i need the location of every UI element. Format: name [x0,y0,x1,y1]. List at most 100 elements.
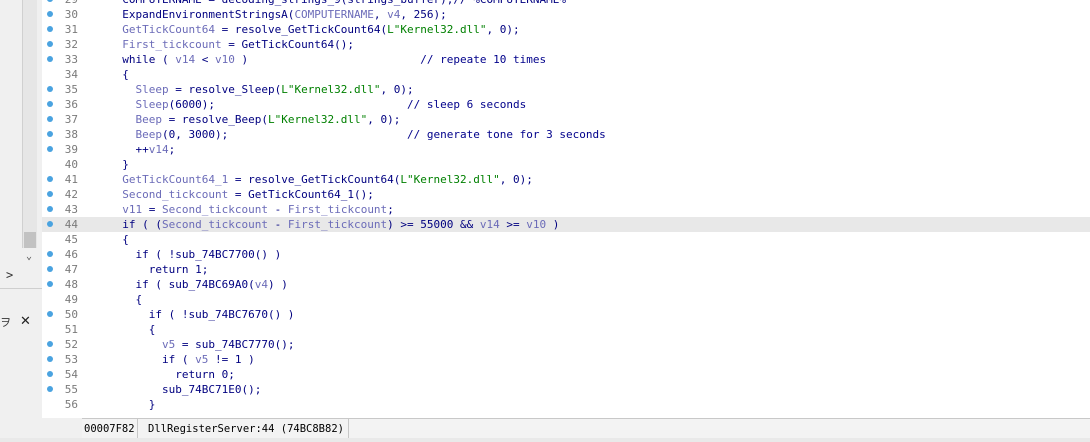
breakpoint-dot-icon[interactable] [47,191,53,197]
line-number: 40 [64,158,78,171]
code-text: if ( !sub_74BC7700() ) [109,247,281,262]
code-identifier: v10 [214,53,235,66]
scroll-down-arrow-icon[interactable]: ⌄ [22,250,36,264]
breakpoint-dot-icon[interactable] [47,146,53,152]
code-token: , 0); [367,113,401,126]
code-line[interactable]: 34 { [42,67,1090,82]
breakpoint-dot-icon[interactable] [47,41,53,47]
code-token: ) >= 55000 && [387,218,480,231]
breakpoint-dot-icon[interactable] [47,386,53,392]
code-line[interactable]: 32 First_tickcount = GetTickCount64(); [42,37,1090,52]
code-token: , 0); [499,173,533,186]
breakpoint-dot-icon[interactable] [47,176,53,182]
breakpoint-dot-icon[interactable] [47,221,53,227]
code-identifier: Second_tickcount [109,188,229,201]
code-text: Second_tickcount = GetTickCount64_1(); [109,187,374,202]
breakpoint-dot-icon[interactable] [47,356,53,362]
code-text: } [109,157,129,172]
code-text: } [109,397,156,412]
breakpoint-dot-icon[interactable] [47,371,53,377]
line-number: 35 [64,83,78,96]
code-line[interactable]: 39 ++v14; [42,142,1090,157]
breakpoint-dot-icon[interactable] [47,341,53,347]
code-line[interactable]: 56 } [42,397,1090,412]
status-address: 00007F82 [82,419,138,439]
code-line[interactable]: 45 { [42,232,1090,247]
code-text: sub_74BC71E0(); [109,382,261,397]
code-identifier: GetTickCount64 [109,23,215,36]
breakpoint-dot-icon[interactable] [47,26,53,32]
breakpoint-dot-icon[interactable] [47,101,53,107]
code-line[interactable]: 30 ExpandEnvironmentStringsA(COMPUTERNAM… [42,7,1090,22]
code-line[interactable]: 43 v11 = Second_tickcount - First_tickco… [42,202,1090,217]
code-line[interactable]: 40 } [42,157,1090,172]
breakpoint-dot-icon[interactable] [47,116,53,122]
code-line[interactable]: 36 Sleep(6000); // sleep 6 seconds [42,97,1090,112]
code-token: , [373,8,388,21]
code-token: if ( sub_74BC69A0( [109,278,255,291]
code-token: < [195,53,215,66]
code-line[interactable]: 31 GetTickCount64 = resolve_GetTickCount… [42,22,1090,37]
code-identifier: v4 [254,278,268,291]
breakpoint-dot-icon[interactable] [47,311,53,317]
line-number: 46 [64,248,78,261]
line-number: 39 [64,143,78,156]
code-line[interactable]: 46 if ( !sub_74BC7700() ) [42,247,1090,262]
code-line[interactable]: 29 COMPUTERNAME = decoding_strings_9(str… [42,0,1090,7]
code-text: { [109,67,129,82]
code-line[interactable]: 47 return 1; [42,262,1090,277]
left-panel: ⌄ > ヲ ✕ [0,0,43,442]
code-token: - [267,218,288,231]
code-token: ) [234,53,421,66]
code-text: Sleep(6000); // sleep 6 seconds [109,97,526,112]
line-number: 30 [64,8,78,21]
code-comment: // sleep 6 seconds [407,98,527,111]
code-line[interactable]: 54 return 0; [42,367,1090,382]
code-token: { [109,233,129,246]
breakpoint-dot-icon[interactable] [47,0,53,2]
code-line[interactable]: 51 { [42,322,1090,337]
code-text: v11 = Second_tickcount - First_tickcount… [109,202,394,217]
code-line[interactable]: 48 if ( sub_74BC69A0(v4) ) [42,277,1090,292]
code-token: ) [546,218,560,231]
code-line[interactable]: 41 GetTickCount64_1 = resolve_GetTickCou… [42,172,1090,187]
code-line[interactable]: 35 Sleep = resolve_Sleep(L"Kernel32.dll"… [42,82,1090,97]
code-line[interactable]: 38 Beep(0, 3000); // generate tone for 3… [42,127,1090,142]
code-line[interactable]: 44 if ( (Second_tickcount - First_tickco… [42,217,1090,232]
code-line[interactable]: 42 Second_tickcount = GetTickCount64_1()… [42,187,1090,202]
line-number: 43 [64,203,78,216]
code-identifier: GetTickCount64_1 [109,173,229,186]
code-identifier: Beep [109,128,162,141]
code-line[interactable]: 53 if ( v5 != 1 ) [42,352,1090,367]
breakpoint-dot-icon[interactable] [47,251,53,257]
code-text: GetTickCount64 = resolve_GetTickCount64(… [109,22,519,37]
code-token: while ( [109,53,176,66]
code-string: L"Kernel32.dll" [281,83,381,96]
code-line[interactable]: 49 { [42,292,1090,307]
breakpoint-dot-icon[interactable] [47,281,53,287]
chevron-right-icon[interactable]: > [6,268,13,282]
left-scrollbar[interactable] [22,0,37,248]
code-text: Beep(0, 3000); // generate tone for 3 se… [109,127,605,142]
code-text: v5 = sub_74BC7770(); [109,337,294,352]
code-line[interactable]: 37 Beep = resolve_Beep(L"Kernel32.dll", … [42,112,1090,127]
bottom-strip [0,438,1090,442]
code-line[interactable]: 33 while ( v14 < v10 ) // repeate 10 tim… [42,52,1090,67]
breakpoint-dot-icon[interactable] [47,266,53,272]
breakpoint-dot-icon[interactable] [47,11,53,17]
code-text: if ( (Second_tickcount - First_tickcount… [109,217,559,232]
breakpoint-dot-icon[interactable] [47,206,53,212]
code-token: = GetTickCount64(); [221,38,355,51]
code-identifier: Beep [109,113,162,126]
code-line[interactable]: 55 sub_74BC71E0(); [42,382,1090,397]
close-icon[interactable]: ✕ [20,314,31,329]
breakpoint-dot-icon[interactable] [47,86,53,92]
code-line[interactable]: 52 v5 = sub_74BC7770(); [42,337,1090,352]
breakpoint-dot-icon[interactable] [47,56,53,62]
code-token: ; [168,143,176,156]
code-line[interactable]: 50 if ( !sub_74BC7670() ) [42,307,1090,322]
code-token: ++ [109,143,149,156]
breakpoint-dot-icon[interactable] [47,131,53,137]
left-scrollbar-thumb[interactable] [24,232,36,248]
status-bar: 00007F82 DllRegisterServer:44 (74BC8B82) [82,418,1090,439]
